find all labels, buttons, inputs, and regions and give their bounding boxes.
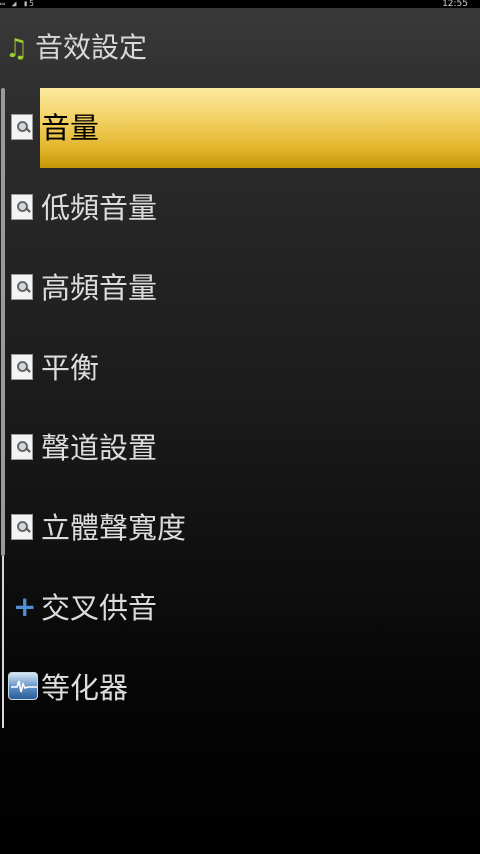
music-note-icon: ♫ <box>5 34 29 64</box>
settings-document-icon <box>11 514 35 542</box>
settings-list: 音量 低頻音量 高頻音量 平衡 聲道設置 立體聲寬度 + 交叉供音 等化器 <box>0 88 480 728</box>
list-item-equalizer[interactable]: 等化器 <box>0 648 480 728</box>
list-item-balance[interactable]: 平衡 <box>0 328 480 408</box>
list-item-treble-volume[interactable]: 高頻音量 <box>0 248 480 328</box>
list-item-label: 聲道設置 <box>41 431 158 465</box>
settings-document-icon <box>11 194 35 222</box>
list-item-volume[interactable]: 音量 <box>0 88 480 168</box>
equalizer-icon <box>8 672 38 702</box>
settings-document-icon <box>11 114 35 142</box>
title-bar: ♫ 音效設定 <box>0 8 480 88</box>
selection-highlight <box>40 88 480 168</box>
settings-document-icon <box>11 274 35 302</box>
settings-document-icon <box>11 354 35 382</box>
page-title: 音效設定 <box>35 31 148 64</box>
list-item-crossfeed[interactable]: + 交叉供音 <box>0 568 480 648</box>
plus-icon: + <box>13 590 37 623</box>
list-item-label: 交叉供音 <box>41 591 158 625</box>
list-item-bass-volume[interactable]: 低頻音量 <box>0 168 480 248</box>
list-item-stereo-width[interactable]: 立體聲寬度 <box>0 488 480 568</box>
status-icons: ▭ ◢ ▮5 <box>0 0 35 8</box>
list-item-label: 等化器 <box>41 671 129 705</box>
status-bar: ▭ ◢ ▮5 12:55 <box>0 0 480 9</box>
list-item-channel-settings[interactable]: 聲道設置 <box>0 408 480 488</box>
sound-settings-screen: ▭ ◢ ▮5 12:55 ♫ 音效設定 音量 低頻音量 高頻音量 平衡 聲道設置 <box>0 0 480 854</box>
list-item-label: 低頻音量 <box>41 191 158 225</box>
list-item-label: 立體聲寬度 <box>41 511 187 545</box>
list-item-label: 平衡 <box>41 351 100 385</box>
list-item-label: 高頻音量 <box>41 271 158 305</box>
list-item-label: 音量 <box>41 111 100 145</box>
settings-document-icon <box>11 434 35 462</box>
